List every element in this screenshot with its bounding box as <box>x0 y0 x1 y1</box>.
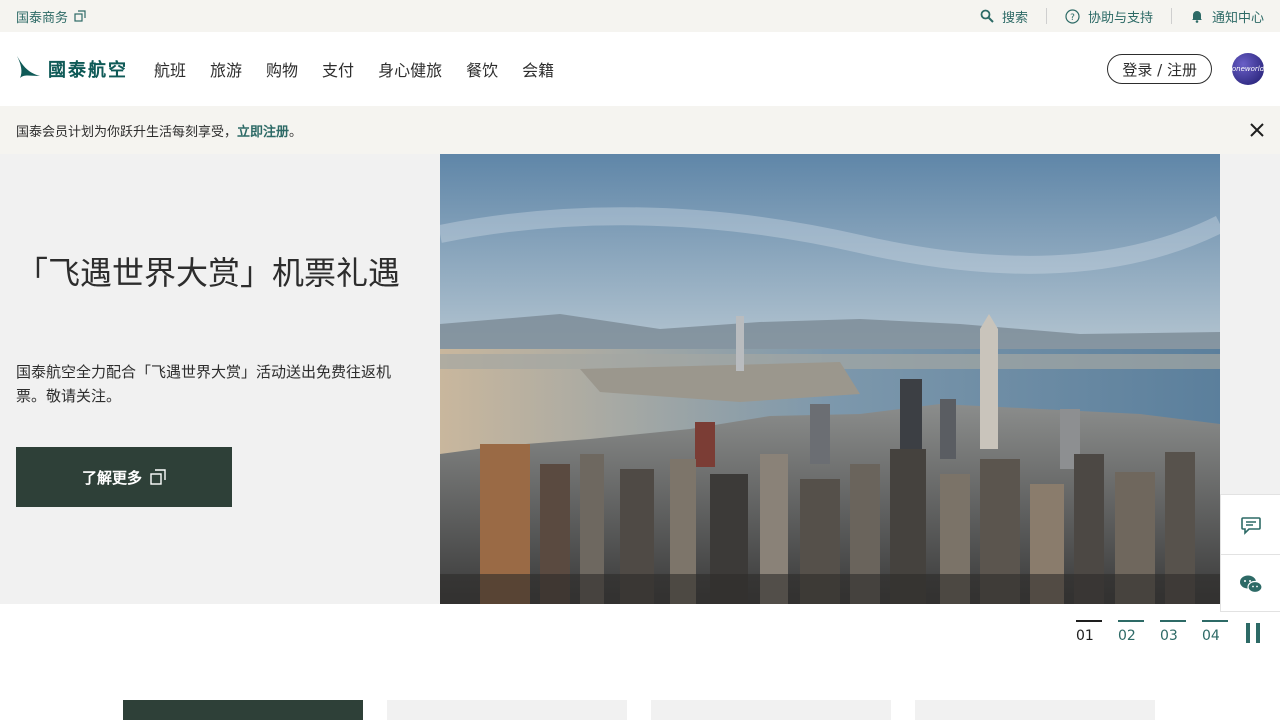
learn-more-label: 了解更多 <box>81 468 142 487</box>
slide-indicator-3[interactable]: 03 <box>1160 620 1186 644</box>
nav-item-dining[interactable]: 餐饮 <box>466 57 498 81</box>
hero-title: 「飞遇世界大赏」机票礼遇 <box>16 254 401 292</box>
learn-more-button[interactable]: 了解更多 <box>16 447 232 507</box>
utility-bar: 国泰商务 搜索 ? 协助与支持 通知中心 <box>0 0 1280 32</box>
notification-label: 通知中心 <box>1211 10 1264 26</box>
quick-card[interactable] <box>651 700 891 720</box>
slide-indicator-1[interactable]: 01 <box>1076 620 1102 644</box>
nav-item-membership[interactable]: 会籍 <box>522 57 554 81</box>
hong-kong-skyline-image <box>440 154 1220 604</box>
notice-text: 国泰会员计划为你跃升生活每刻享受， <box>16 124 238 140</box>
nav-item-travel[interactable]: 旅游 <box>210 57 242 81</box>
hero-banner: 「飞遇世界大赏」机票礼遇 国泰航空全力配合「飞遇世界大赏」活动送出免费往返机票。… <box>0 154 1280 604</box>
quick-links-cards <box>123 700 1155 720</box>
help-label: 协助与支持 <box>1087 10 1153 26</box>
business-link[interactable]: 国泰商务 <box>16 7 86 26</box>
search-link[interactable]: 搜索 <box>962 7 1046 26</box>
chat-bubble-icon <box>1240 515 1262 535</box>
login-register-button[interactable]: 登录 / 注册 <box>1107 54 1212 84</box>
quick-card[interactable] <box>387 700 627 720</box>
pause-icon[interactable] <box>1246 623 1260 643</box>
brushwing-logo-icon <box>16 54 42 84</box>
oneworld-logo[interactable]: oneworld <box>1232 53 1264 85</box>
carousel-pagination: 01 02 03 04 <box>1076 620 1228 644</box>
slide-indicator-4[interactable]: 04 <box>1202 620 1228 644</box>
wechat-icon <box>1239 574 1263 594</box>
search-icon <box>980 9 994 23</box>
main-nav: 航班 旅游 购物 支付 身心健旅 餐饮 会籍 <box>154 57 554 81</box>
register-now-link[interactable]: 立即注册 <box>237 121 289 140</box>
help-link[interactable]: ? 协助与支持 <box>1047 7 1171 26</box>
notification-link[interactable]: 通知中心 <box>1172 7 1264 26</box>
business-label: 国泰商务 <box>16 10 69 26</box>
logo-text: 國泰航空 <box>48 60 128 81</box>
nav-item-wellness[interactable]: 身心健旅 <box>378 57 442 81</box>
external-link-icon <box>150 469 166 485</box>
cathay-logo[interactable]: 國泰航空 <box>16 54 128 84</box>
external-link-icon <box>74 10 86 22</box>
help-icon: ? <box>1065 8 1080 24</box>
hero-description: 国泰航空全力配合「飞遇世界大赏」活动送出免费往返机票。敬请关注。 <box>16 363 392 405</box>
slide-indicator-2[interactable]: 02 <box>1118 620 1144 644</box>
membership-notice: 国泰会员计划为你跃升生活每刻享受， 立即注册 。 <box>0 106 1280 154</box>
chat-button[interactable] <box>1221 495 1280 554</box>
wechat-button[interactable] <box>1221 554 1280 613</box>
search-label: 搜索 <box>1001 10 1028 26</box>
floating-tools <box>1220 494 1280 612</box>
nav-item-shopping[interactable]: 购物 <box>266 57 298 81</box>
main-header: 國泰航空 航班 旅游 购物 支付 身心健旅 餐饮 会籍 登录 / 注册 onew… <box>0 32 1280 106</box>
bell-icon <box>1190 9 1204 23</box>
close-icon[interactable] <box>1248 121 1266 139</box>
nav-item-flights[interactable]: 航班 <box>154 57 186 81</box>
nav-item-payment[interactable]: 支付 <box>322 57 354 81</box>
quick-card[interactable] <box>915 700 1155 720</box>
notice-end: 。 <box>289 124 303 140</box>
quick-card[interactable] <box>123 700 363 720</box>
svg-text:?: ? <box>1070 13 1075 23</box>
